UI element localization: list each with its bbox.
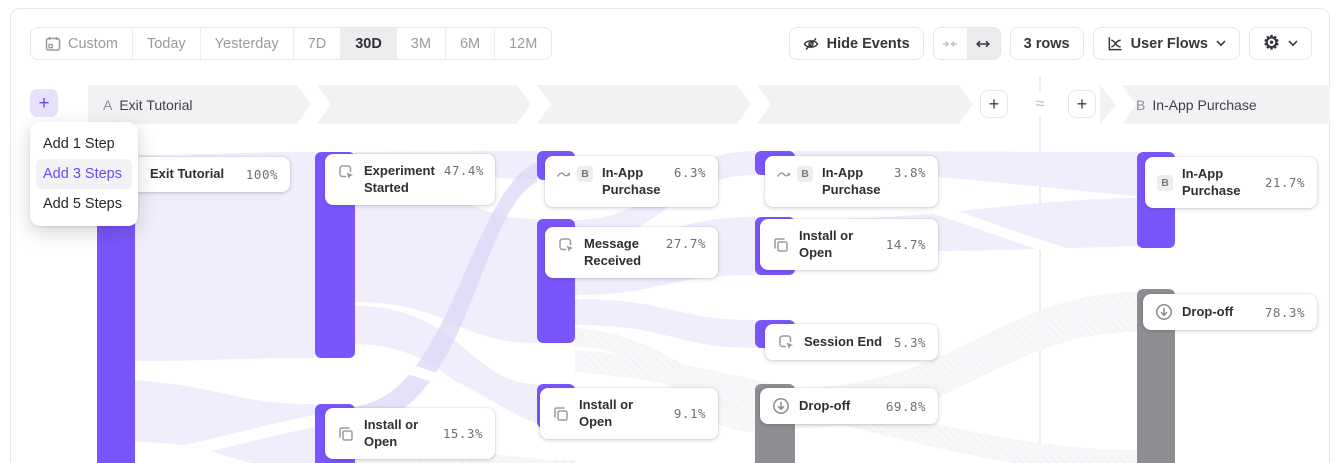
plus-icon: +	[38, 94, 49, 113]
flow-node-install-or-open-15[interactable]: Install or Open 15.3%	[325, 408, 495, 459]
flow-jump-arrow-icon	[557, 165, 571, 183]
drop-off-icon	[772, 397, 790, 415]
flow-node-session-end[interactable]: Session End 5.3%	[765, 324, 938, 360]
copy-windows-icon	[772, 236, 790, 254]
copy-windows-icon	[337, 425, 355, 443]
flow-node-in-app-purchase-6[interactable]: B In-App Purchase 6.3%	[545, 156, 718, 207]
metric-b-badge: B	[797, 166, 813, 182]
flow-node-exit-tutorial[interactable]: Exit Tutorial 100%	[120, 157, 290, 192]
flow-node-install-or-open-14[interactable]: Install or Open 14.7%	[760, 219, 938, 270]
click-event-icon	[777, 333, 795, 351]
click-event-icon	[557, 236, 575, 254]
flow-node-drop-off-69[interactable]: Drop-off 69.8%	[760, 388, 938, 424]
flow-node-install-or-open-9[interactable]: Install or Open 9.1%	[540, 388, 718, 439]
flow-node-in-app-purchase-3[interactable]: B In-App Purchase 3.8%	[765, 156, 938, 207]
metric-b-badge: B	[577, 166, 593, 182]
flow-node-message-received[interactable]: Message Received 27.7%	[545, 227, 718, 278]
menu-item-add-5-steps[interactable]: Add 5 Steps	[36, 189, 132, 219]
add-steps-menu: Add 1 Step Add 3 Steps Add 5 Steps	[30, 122, 138, 226]
copy-windows-icon	[552, 405, 570, 423]
add-steps-left-button[interactable]: +	[30, 89, 58, 117]
panel-break-symbol: ≈	[1029, 93, 1051, 115]
click-event-icon	[337, 163, 355, 181]
user-flows-page: Custom Today Yesterday 7D 30D 3M 6M 12M …	[0, 0, 1341, 463]
flow-node-drop-off-78[interactable]: Drop-off 78.3%	[1143, 294, 1317, 330]
metric-b-badge: B	[1157, 175, 1173, 191]
flow-node-experiment-started[interactable]: Experiment Started 47.4%	[325, 154, 495, 205]
drop-off-icon	[1155, 303, 1173, 321]
menu-item-add-1-step[interactable]: Add 1 Step	[36, 129, 132, 159]
flow-node-in-app-purchase-21[interactable]: B In-App Purchase 21.7%	[1145, 157, 1317, 208]
menu-item-add-3-steps[interactable]: Add 3 Steps	[36, 159, 132, 189]
flow-jump-arrow-icon	[777, 165, 791, 183]
